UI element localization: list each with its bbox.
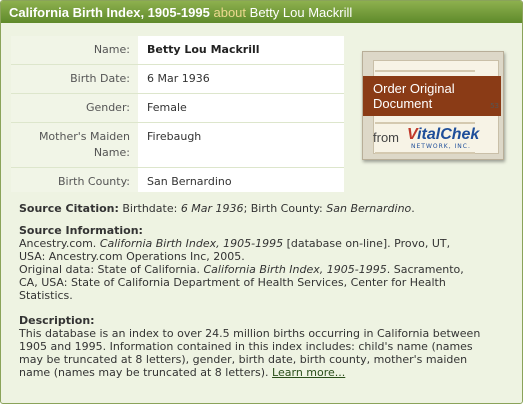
field-value: Firebaugh [147, 130, 202, 143]
field-value: 6 Mar 1936 [147, 72, 210, 85]
source-citation: Source Citation: Birthdate: 6 Mar 1936; … [19, 202, 415, 215]
record-panel: California Birth Index, 1905-1995 about … [0, 0, 523, 404]
field-value: Female [147, 101, 187, 114]
source-information: Source Information: Ancestry.com. Califo… [19, 224, 464, 302]
field-row-birth-date: Birth Date: 6 Mar 1936 [11, 65, 344, 94]
vitalchek-network-label: NETWORK, INC. [411, 143, 471, 150]
description: Description: This database is an index t… [19, 314, 481, 379]
field-label: Birth Date: [11, 65, 138, 93]
order-line-2: Document [373, 96, 433, 111]
record-title: California Birth Index, 1905-1995 about … [9, 5, 352, 20]
field-value: Betty Lou Mackrill [147, 43, 260, 56]
person-name: Betty Lou Mackrill [249, 5, 353, 20]
field-row-gender: Gender: Female [11, 94, 344, 123]
citation-county: San Bernardino [326, 202, 412, 215]
source-citation-heading: Source Citation: [19, 202, 119, 215]
document-number: 53 [490, 102, 499, 110]
field-label: Gender: [11, 94, 138, 122]
learn-more-link[interactable]: Learn more... [272, 366, 345, 379]
field-row-mothers-maiden-name: Mother's Maiden Name: Firebaugh [11, 123, 344, 168]
source-information-heading: Source Information: [19, 224, 143, 237]
vitalchek-logo: VitalChek [407, 126, 480, 143]
field-label: Mother's Maiden Name: [11, 123, 138, 167]
citation-birthdate: 6 Mar 1936 [180, 202, 244, 215]
order-original-document-ad[interactable]: Order Original Document 53 from VitalChe… [362, 51, 504, 160]
from-label: from [373, 130, 399, 145]
field-row-name: Name: Betty Lou Mackrill [11, 36, 344, 65]
order-line-1: Order Original [373, 81, 455, 96]
about-label: about [213, 5, 247, 20]
record-header: California Birth Index, 1905-1995 about … [1, 1, 522, 23]
record-fields: Name: Betty Lou Mackrill Birth Date: 6 M… [11, 36, 344, 215]
field-label: Name: [11, 36, 138, 64]
order-original-document-button[interactable]: Order Original Document [363, 76, 501, 116]
description-heading: Description: [19, 314, 95, 327]
database-title: California Birth Index, 1905-1995 [9, 5, 210, 20]
